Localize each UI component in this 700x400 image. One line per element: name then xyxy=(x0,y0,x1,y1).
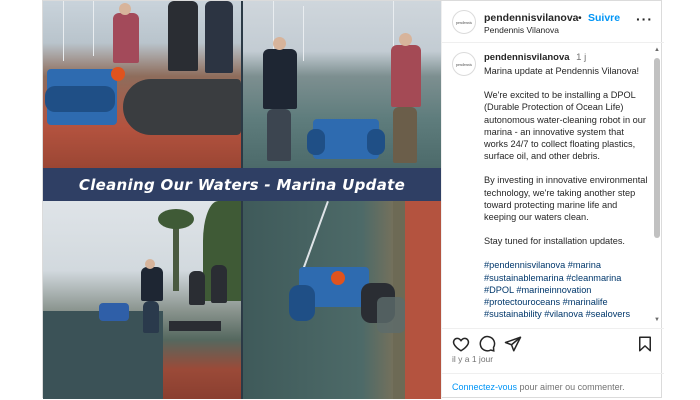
ellipsis-icon[interactable]: ··· xyxy=(636,11,653,27)
post-image[interactable]: Cleaning Our Waters - Marina Update xyxy=(43,1,441,399)
caption-paragraph: Marina update at Pendennis Vilanova! xyxy=(484,66,640,76)
banner-text: Cleaning Our Waters - Marina Update xyxy=(78,175,406,194)
photo-robot-in-water xyxy=(243,201,441,399)
photo-lifting-robot xyxy=(243,1,441,168)
comment-icon[interactable] xyxy=(478,335,496,353)
follow-button[interactable]: Suivre xyxy=(588,12,620,24)
instagram-post: Cleaning Our Waters - Marina Update pend… xyxy=(42,0,664,399)
post-actions xyxy=(442,328,664,356)
caption-hashtags[interactable]: #pendennisvilanova #marina #sustainablem… xyxy=(484,259,650,320)
scroll-thumb[interactable] xyxy=(654,58,660,238)
caption-scrollbar[interactable]: ▲ ▼ xyxy=(653,46,661,326)
photo-robot-on-dock xyxy=(43,1,241,168)
caption-paragraph: By investing in innovative environmental… xyxy=(484,175,648,223)
comment-login-text: Connectez-vous pour aimer ou commenter. xyxy=(452,382,625,392)
caption-text: Marina update at Pendennis Vilanova! We'… xyxy=(484,65,650,324)
caption-paragraph: Stay tuned for installation updates. xyxy=(484,236,625,247)
scroll-down-arrow-icon[interactable]: ▼ xyxy=(653,316,661,324)
login-prompt-suffix: pour aimer ou commenter. xyxy=(517,382,625,392)
separator-dot: • xyxy=(578,12,582,24)
caption-scroll-area[interactable]: pendennis pendennisvilanova 1 j Marina u… xyxy=(442,44,664,324)
header-username[interactable]: pendennisvilanova xyxy=(484,12,579,24)
caption-paragraph: We're excited to be installing a DPOL (D… xyxy=(484,90,646,162)
heart-icon[interactable] xyxy=(452,335,470,353)
caption-avatar[interactable]: pendennis xyxy=(452,52,476,76)
image-title-banner: Cleaning Our Waters - Marina Update xyxy=(43,168,441,201)
comment-login-prompt: Connectez-vous pour aimer ou commenter. xyxy=(442,373,664,399)
scroll-up-arrow-icon[interactable]: ▲ xyxy=(653,46,661,54)
post-side-panel: pendennis pendennisvilanova • Suivre Pen… xyxy=(441,1,664,399)
share-icon[interactable] xyxy=(504,335,522,353)
location-link[interactable]: Pendennis Vilanova xyxy=(484,25,559,35)
bookmark-icon[interactable] xyxy=(636,335,654,353)
login-link[interactable]: Connectez-vous xyxy=(452,382,517,392)
caption-time[interactable]: 1 j xyxy=(576,52,586,63)
post-header: pendennis pendennisvilanova • Suivre Pen… xyxy=(442,1,664,43)
post-timestamp[interactable]: il y a 1 jour xyxy=(452,354,493,364)
photo-marina-dock xyxy=(43,201,241,399)
caption-username[interactable]: pendennisvilanova xyxy=(484,52,570,63)
caption-header: pendennisvilanova 1 j xyxy=(484,52,586,63)
avatar-logo: pendennis xyxy=(455,19,473,25)
avatar[interactable]: pendennis xyxy=(452,10,476,34)
caption-avatar-logo: pendennis xyxy=(455,61,473,67)
